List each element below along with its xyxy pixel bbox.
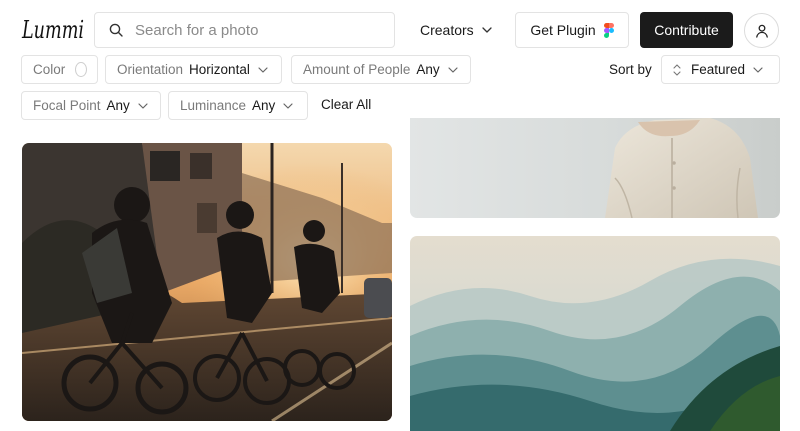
orientation-filter-value: Horizontal (189, 62, 250, 77)
chevron-down-icon (753, 66, 763, 73)
photo-misty-mountains (410, 236, 780, 431)
people-filter-label: Amount of People (303, 62, 411, 77)
top-nav: Lummi Creators Get Plugin Contribute (0, 0, 800, 60)
luminance-filter-value: Any (252, 98, 276, 113)
color-swatch-icon (75, 62, 87, 77)
sort-select-value: Featured (691, 62, 746, 77)
lummi-logo-wordmark: Lummi (21, 16, 84, 44)
color-filter[interactable]: Color (21, 55, 98, 84)
search-input[interactable] (135, 21, 375, 39)
get-plugin-button[interactable]: Get Plugin (515, 12, 629, 48)
user-icon (755, 24, 768, 38)
orientation-filter-label: Orientation (117, 62, 184, 77)
get-plugin-label: Get Plugin (530, 22, 596, 38)
lummi-logo[interactable]: Lummi (20, 10, 86, 48)
search-bar[interactable] (94, 12, 395, 48)
sort-by-label: Sort by (609, 62, 652, 77)
chevron-down-icon (258, 66, 268, 73)
photo-cyclists-sunset (22, 143, 392, 421)
color-filter-label: Color (33, 62, 66, 77)
orientation-filter[interactable]: Orientation Horizontal (105, 55, 282, 84)
chevron-down-icon (482, 27, 492, 33)
photo-card-mountains[interactable] (410, 236, 780, 431)
user-account-button[interactable] (744, 13, 779, 48)
chevron-down-icon (283, 102, 293, 109)
svg-text:Lummi: Lummi (21, 16, 84, 44)
sort-select[interactable]: Featured (661, 55, 780, 84)
people-filter[interactable]: Amount of People Any (291, 55, 471, 84)
sort-icon (673, 63, 681, 76)
creators-label: Creators (420, 22, 474, 38)
focal-point-filter-label: Focal Point (33, 98, 101, 113)
contribute-button[interactable]: Contribute (640, 12, 733, 48)
contribute-label: Contribute (654, 22, 719, 38)
people-filter-value: Any (416, 62, 440, 77)
focal-point-filter-value: Any (106, 98, 130, 113)
chevron-down-icon (138, 102, 148, 109)
search-icon (109, 23, 123, 37)
creators-menu[interactable]: Creators (420, 20, 492, 40)
photo-card-cyclists[interactable] (22, 143, 392, 421)
clear-all-button[interactable]: Clear All (321, 97, 371, 112)
figma-icon (603, 22, 614, 38)
luminance-filter-label: Luminance (180, 98, 247, 113)
photo-card-portrait[interactable] (410, 118, 780, 218)
photo-person-beige-shirt (410, 118, 780, 218)
chevron-down-icon (447, 66, 458, 73)
focal-point-filter[interactable]: Focal Point Any (21, 91, 161, 120)
luminance-filter[interactable]: Luminance Any (168, 91, 308, 120)
